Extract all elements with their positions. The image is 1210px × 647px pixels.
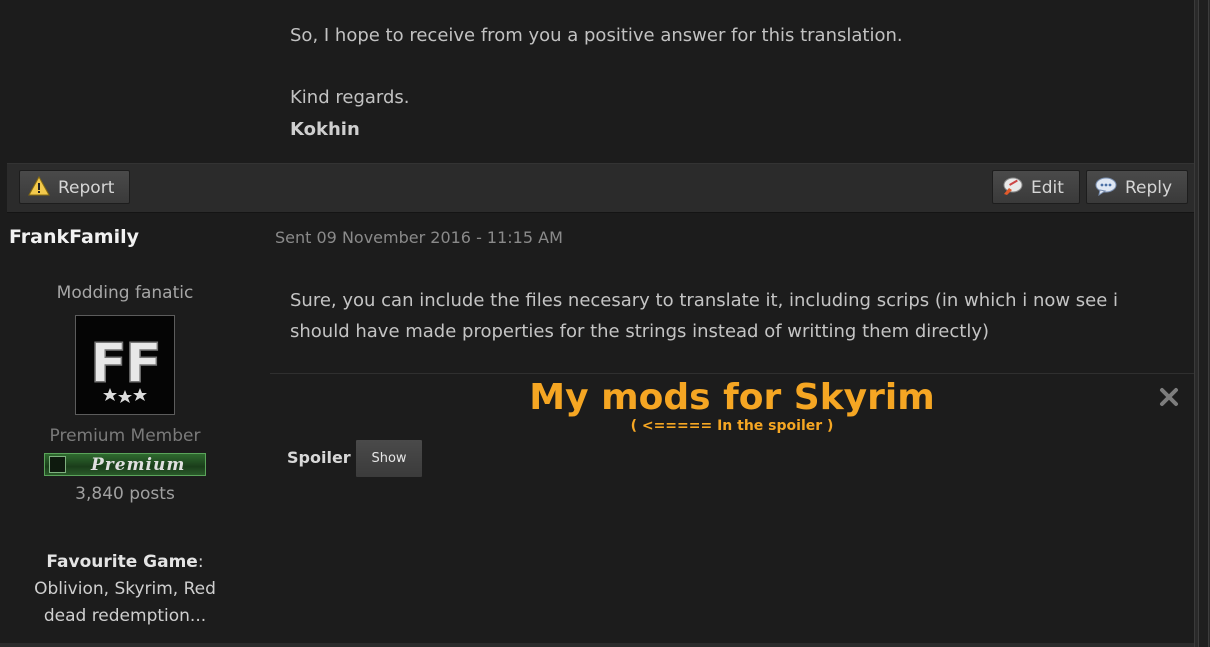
scrollbar[interactable] bbox=[1194, 0, 1210, 647]
favourite-game: Favourite Game: Oblivion, Skyrim, Red de… bbox=[18, 549, 232, 630]
avatar-ff-logo: FF bbox=[76, 316, 174, 414]
previous-post-text: So, I hope to receive from you a positiv… bbox=[290, 24, 903, 142]
close-icon[interactable] bbox=[1158, 386, 1180, 408]
edit-button[interactable]: Edit bbox=[992, 170, 1080, 204]
post-body: Sure, you can include the files necesary… bbox=[290, 290, 1119, 342]
previous-post-closing: Kind regards. bbox=[290, 87, 410, 108]
edit-icon bbox=[1003, 177, 1023, 195]
warning-icon bbox=[28, 176, 50, 196]
spoiler-label: Spoiler bbox=[287, 448, 351, 467]
report-button-label: Report bbox=[58, 178, 115, 198]
report-button[interactable]: Report bbox=[19, 170, 130, 204]
post-action-bar: Report Edit Reply bbox=[7, 163, 1194, 213]
premium-icon bbox=[49, 456, 66, 473]
spoiler-show-button[interactable]: Show bbox=[355, 439, 423, 478]
author-title: Modding fanatic bbox=[56, 283, 194, 303]
previous-post-line: So, I hope to receive from you a positiv… bbox=[290, 25, 903, 46]
signature-title: My mods for Skyrim bbox=[529, 377, 935, 418]
post-date: Sent 09 November 2016 - 11:15 AM bbox=[275, 228, 563, 247]
edit-button-label: Edit bbox=[1031, 178, 1064, 198]
reply-button[interactable]: Reply bbox=[1086, 170, 1188, 204]
favourite-game-colon: : bbox=[197, 552, 204, 572]
favourite-game-label: Favourite Game bbox=[46, 552, 198, 572]
author-name-link[interactable]: FrankFamily bbox=[9, 226, 139, 248]
signature-divider bbox=[270, 373, 1194, 374]
signature-subtitle: ( <===== In the spoiler ) bbox=[630, 418, 834, 434]
reply-button-label: Reply bbox=[1125, 178, 1173, 198]
post-bottom-border bbox=[0, 643, 1194, 647]
premium-badge-label: Premium bbox=[91, 455, 186, 475]
avatar-letters: FF bbox=[90, 332, 160, 395]
member-group: Premium Member bbox=[49, 426, 201, 446]
scrollbar-thumb[interactable] bbox=[1198, 0, 1209, 647]
forum-page: So, I hope to receive from you a positiv… bbox=[0, 0, 1194, 647]
post-count: 3,840 posts bbox=[75, 484, 175, 504]
favourite-game-value: Oblivion, Skyrim, Red dead redemption... bbox=[34, 579, 216, 626]
previous-post-signature: Kokhin bbox=[290, 119, 360, 140]
avatar[interactable]: FF bbox=[75, 315, 175, 415]
reply-bubble-icon bbox=[1095, 177, 1117, 196]
premium-badge: Premium bbox=[44, 453, 206, 476]
